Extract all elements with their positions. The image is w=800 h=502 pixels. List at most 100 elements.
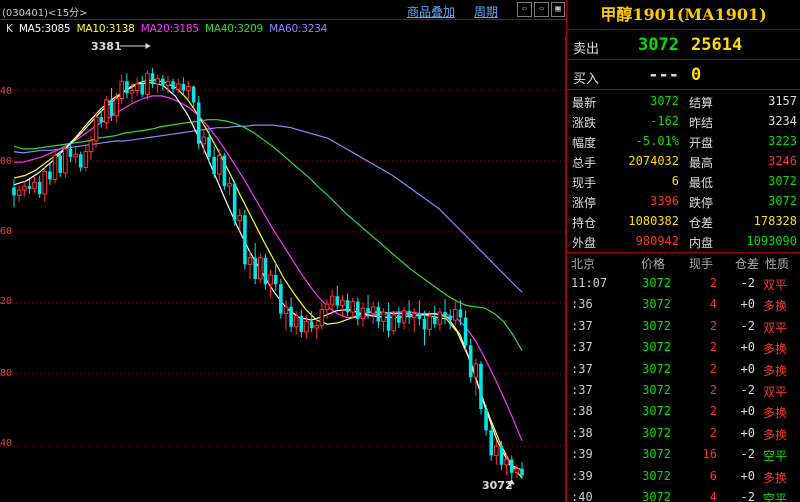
col-price-header: 价格	[641, 257, 666, 271]
tick-oi-change: +0	[740, 404, 755, 419]
candle-body	[356, 301, 360, 319]
ask-row: 卖出 3072 25614	[567, 30, 800, 60]
tick-volume: 2	[709, 318, 717, 333]
candle-body	[181, 83, 186, 91]
col-type-header: 性质	[765, 257, 790, 271]
ma10-line	[13, 79, 523, 479]
tick-time: :38	[571, 404, 593, 419]
candle-body	[422, 318, 427, 330]
ticks-header: 北京 价格 现手 仓差 性质	[567, 253, 800, 273]
candle-body	[12, 187, 16, 196]
tick-price: 3072	[642, 276, 671, 290]
tick-row[interactable]: :38 3072 2 +0 多换	[567, 423, 800, 444]
quote-label: 最新	[572, 96, 597, 110]
quote-label: 幅度	[572, 136, 597, 150]
quote-value: 980942	[635, 234, 679, 248]
quote-label: 最低	[689, 176, 714, 190]
candle-body	[437, 311, 443, 325]
candle-body	[191, 86, 196, 103]
tick-row[interactable]: :37 3072 2 -2 双平	[567, 380, 800, 401]
high-price-label: 3381	[91, 40, 122, 53]
ma-legend: K MA5:3085 MA10:3138 MA20:3185 MA40:3209…	[6, 23, 330, 35]
tick-row[interactable]: :37 3072 2 -2 双平	[567, 316, 800, 337]
chart-toolbar: (030401)<15分> 商品叠加 周期 ⇦ ⇨ ▣	[0, 0, 566, 20]
overlay-commodity-link[interactable]: 商品叠加	[407, 3, 455, 20]
quote-value: -162	[650, 114, 679, 128]
tick-row[interactable]: :39 3072 6 +0 多换	[567, 466, 800, 487]
quote-value: 6	[671, 174, 679, 188]
candle-body	[391, 314, 397, 332]
candle-body	[381, 311, 386, 322]
quote-row: 涨跌 -162 昨结 3234	[567, 112, 800, 132]
quote-label: 仓差	[689, 216, 714, 230]
tick-price: 3072	[642, 489, 671, 502]
tick-volume: 2	[709, 340, 717, 355]
quote-value: 3157	[768, 94, 797, 108]
low-price-label: 3072	[482, 479, 513, 492]
candle-body	[37, 182, 42, 195]
quote-value: 3072	[768, 174, 797, 188]
ma10-legend: MA10:3138	[76, 23, 135, 35]
tick-oi-change: +0	[740, 297, 755, 312]
candle-body	[376, 306, 381, 322]
tick-row[interactable]: 11:07 3072 2 -2 双平	[567, 273, 800, 294]
tick-time: :39	[571, 468, 593, 483]
candle-body	[443, 312, 447, 317]
candle-body	[119, 80, 125, 100]
quote-label: 涨停	[572, 196, 597, 210]
tick-time: 11:07	[571, 276, 608, 290]
candle-body	[329, 295, 335, 305]
tick-volume: 2	[709, 382, 717, 397]
col-oi-change-header: 仓差	[735, 257, 760, 271]
candle-body	[48, 171, 52, 180]
candle-body	[99, 117, 104, 123]
candle-body	[479, 363, 483, 410]
candle-body	[78, 154, 83, 168]
y-tick-label: 40	[0, 438, 13, 449]
k-label: K	[6, 23, 13, 35]
quote-row: 总手 2074032 最高 3246	[567, 152, 800, 172]
candle-body	[232, 183, 237, 221]
ticks-list[interactable]: 11:07 3072 2 -2 双平:36 3072 4 +0 多换:37 3072 2 -2 双平:3…	[567, 273, 800, 502]
quote-label: 跌停	[689, 196, 714, 210]
candle-body	[514, 468, 520, 474]
tick-time: :37	[571, 382, 593, 397]
candle-body	[52, 155, 58, 180]
candlestick-chart[interactable]	[0, 36, 566, 502]
tick-row[interactable]: :37 3072 2 +0 多换	[567, 337, 800, 358]
y-tick-label: 60	[0, 226, 13, 237]
tick-volume: 2	[709, 276, 717, 290]
tick-oi-change: +0	[740, 361, 755, 376]
next-icon[interactable]: ⇨	[534, 2, 549, 17]
tick-row[interactable]: :38 3072 2 +0 多换	[567, 401, 800, 422]
tick-price: 3072	[642, 318, 671, 333]
tick-volume: 16	[702, 447, 717, 462]
quote-value: 1080382	[628, 214, 679, 228]
quote-row: 幅度 -5.01% 开盘 3223	[567, 132, 800, 152]
candle-body	[504, 458, 509, 466]
candle-body	[227, 182, 232, 187]
candle-body	[473, 363, 479, 378]
tick-row[interactable]: :40 3072 4 -2 空平	[567, 487, 800, 502]
restore-icon[interactable]: ▣	[551, 2, 565, 17]
period-link[interactable]: 周期	[474, 3, 498, 20]
candle-body	[273, 274, 278, 285]
tick-oi-change: -2	[740, 382, 755, 397]
candle-body	[263, 257, 268, 285]
tick-row[interactable]: :39 3072 16 -2 空平	[567, 444, 800, 465]
candle-body	[279, 284, 283, 314]
candle-body	[401, 310, 407, 324]
candle-body	[293, 315, 299, 328]
candle-body	[16, 189, 22, 196]
candle-body	[458, 309, 463, 318]
prev-icon[interactable]: ⇦	[517, 2, 532, 17]
candle-body	[499, 446, 504, 465]
tick-row[interactable]: :36 3072 4 +0 多换	[567, 294, 800, 315]
candle-body	[104, 99, 109, 123]
y-tick-label: 40	[0, 86, 13, 97]
candle-body	[494, 445, 499, 456]
candle-body	[42, 170, 48, 195]
tick-row[interactable]: :37 3072 2 +0 多换	[567, 359, 800, 380]
y-tick-label: 00	[0, 156, 13, 167]
bid-price: ---	[648, 65, 679, 85]
